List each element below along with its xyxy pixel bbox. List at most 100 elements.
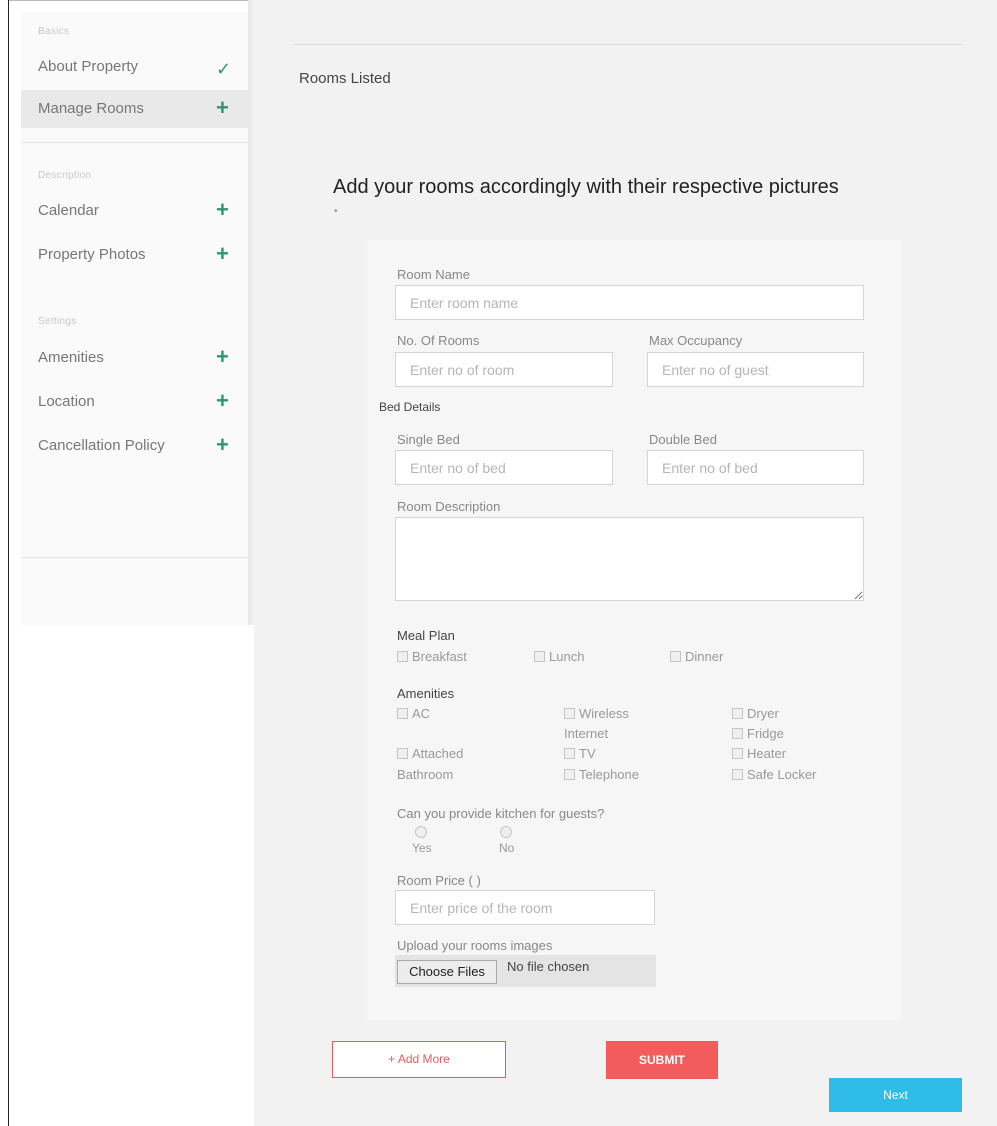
plus-icon: +	[216, 388, 229, 413]
checkbox-label-continued: Bathroom	[397, 767, 454, 782]
checkbox-box	[564, 708, 575, 719]
room-name-label: Room Name	[397, 267, 470, 282]
double-bed-label: Double Bed	[649, 432, 717, 447]
amenities-label: Amenities	[397, 686, 455, 701]
sidebar-item-label: Cancellation Policy	[38, 437, 165, 454]
sidebar-heading-description: Description	[38, 170, 92, 181]
amenity-dryer-checkbox[interactable]: Dryer	[732, 706, 779, 721]
submit-button[interactable]: SUBMIT	[606, 1041, 718, 1079]
sidebar: Basics About Property ✓ Manage Rooms + D…	[21, 12, 251, 625]
sidebar-item-amenities[interactable]: Amenities +	[21, 339, 249, 377]
sidebar-item-calendar[interactable]: Calendar +	[21, 192, 249, 230]
meal-breakfast-checkbox[interactable]: Breakfast	[397, 649, 467, 664]
no-of-rooms-input[interactable]	[395, 352, 613, 387]
amenity-ac-checkbox[interactable]: AC	[397, 706, 430, 721]
sidebar-item-label: Property Photos	[38, 246, 146, 263]
sidebar-item-label: Manage Rooms	[38, 100, 144, 117]
checkbox-box	[534, 651, 545, 662]
plus-icon: +	[216, 432, 229, 457]
kitchen-no-label: No	[499, 841, 515, 855]
choose-files-button[interactable]: Choose Files	[397, 960, 497, 984]
checkbox-label: Lunch	[549, 649, 585, 664]
checkbox-label-continued: Internet	[564, 726, 609, 741]
room-name-input[interactable]	[395, 285, 864, 320]
sidebar-item-cancellation-policy[interactable]: Cancellation Policy +	[21, 427, 249, 465]
plus-icon: +	[216, 95, 229, 120]
meal-plan-label: Meal Plan	[397, 628, 455, 643]
bed-details-label: Bed Details	[379, 400, 441, 414]
plus-icon: +	[216, 241, 229, 266]
kitchen-no-radio[interactable]	[500, 826, 512, 838]
page: Basics About Property ✓ Manage Rooms + D…	[0, 0, 997, 1126]
meal-lunch-checkbox[interactable]: Lunch	[534, 649, 584, 664]
next-button[interactable]: Next	[829, 1078, 962, 1112]
no-of-rooms-label: No. Of Rooms	[397, 333, 480, 348]
meal-dinner-checkbox[interactable]: Dinner	[670, 649, 723, 664]
sidebar-item-label: Location	[38, 393, 95, 410]
room-description-textarea[interactable]	[395, 517, 864, 601]
checkbox-label: TV	[579, 746, 596, 761]
headline-marker: •	[334, 206, 338, 217]
checkbox-box	[564, 769, 575, 780]
amenity-safe-locker-checkbox[interactable]: Safe Locker	[732, 767, 816, 782]
checkbox-label: Fridge	[747, 726, 784, 741]
checkbox-label: Telephone	[579, 767, 639, 782]
file-status-text: No file chosen	[507, 959, 590, 974]
amenity-fridge-checkbox[interactable]: Fridge	[732, 726, 784, 741]
checkbox-box	[670, 651, 681, 662]
single-bed-input[interactable]	[395, 450, 613, 485]
double-bed-input[interactable]	[647, 450, 864, 485]
sidebar-item-manage-rooms[interactable]: Manage Rooms +	[21, 90, 249, 128]
page-headline: Add your rooms accordingly with their re…	[333, 176, 839, 198]
checkbox-label: Wireless	[579, 706, 629, 721]
kitchen-yes-label: Yes	[412, 841, 432, 855]
kitchen-question-label: Can you provide kitchen for guests?	[397, 806, 605, 821]
kitchen-yes-radio[interactable]	[415, 826, 427, 838]
sidebar-item-location[interactable]: Location +	[21, 383, 249, 421]
top-divider	[294, 44, 962, 45]
checkbox-label: Dryer	[747, 706, 779, 721]
window-left-border	[8, 0, 9, 1126]
amenity-heater-checkbox[interactable]: Heater	[732, 746, 786, 761]
sidebar-heading-basics: Basics	[38, 26, 70, 37]
checkbox-box	[397, 651, 408, 662]
amenity-tv-checkbox[interactable]: TV	[564, 746, 596, 761]
sidebar-heading-settings: Settings	[38, 316, 77, 327]
file-upload-field: Choose Files No file chosen	[395, 955, 656, 987]
checkbox-label: Breakfast	[412, 649, 467, 664]
checkbox-box	[732, 728, 743, 739]
checkbox-label: Safe Locker	[747, 767, 817, 782]
plus-icon: +	[216, 344, 229, 369]
checkbox-label: Heater	[747, 746, 787, 761]
amenity-telephone-checkbox[interactable]: Telephone	[564, 767, 639, 782]
sidebar-item-label: Amenities	[38, 349, 104, 366]
sidebar-item-label: Calendar	[38, 202, 99, 219]
plus-icon: +	[216, 197, 229, 222]
amenity-attached-bathroom-checkbox[interactable]: Attached	[397, 746, 463, 761]
add-more-button[interactable]: + Add More	[332, 1041, 506, 1078]
room-description-label: Room Description	[397, 499, 501, 514]
amenity-wireless-internet-checkbox[interactable]: Wireless	[564, 706, 629, 721]
sidebar-divider	[21, 142, 249, 143]
sidebar-divider	[21, 557, 249, 558]
rooms-listed-title: Rooms Listed	[299, 70, 391, 87]
checkbox-box	[397, 708, 408, 719]
check-icon: ✓	[216, 59, 232, 79]
checkbox-box	[732, 748, 743, 759]
sidebar-item-label: About Property	[38, 58, 139, 75]
room-price-label: Room Price ( )	[397, 873, 481, 888]
checkbox-box	[564, 748, 575, 759]
checkbox-label: Dinner	[685, 649, 724, 664]
checkbox-label: AC	[412, 706, 431, 721]
max-occupancy-input[interactable]	[647, 352, 864, 387]
sidebar-item-property-photos[interactable]: Property Photos +	[21, 236, 249, 274]
checkbox-box	[397, 748, 408, 759]
checkbox-box	[732, 708, 743, 719]
checkbox-label: Attached	[412, 746, 464, 761]
sidebar-item-about-property[interactable]: About Property ✓	[21, 48, 249, 86]
checkbox-box	[732, 769, 743, 780]
single-bed-label: Single Bed	[397, 432, 460, 447]
room-price-input[interactable]	[395, 890, 655, 925]
upload-images-label: Upload your rooms images	[397, 938, 553, 953]
max-occupancy-label: Max Occupancy	[649, 333, 743, 348]
